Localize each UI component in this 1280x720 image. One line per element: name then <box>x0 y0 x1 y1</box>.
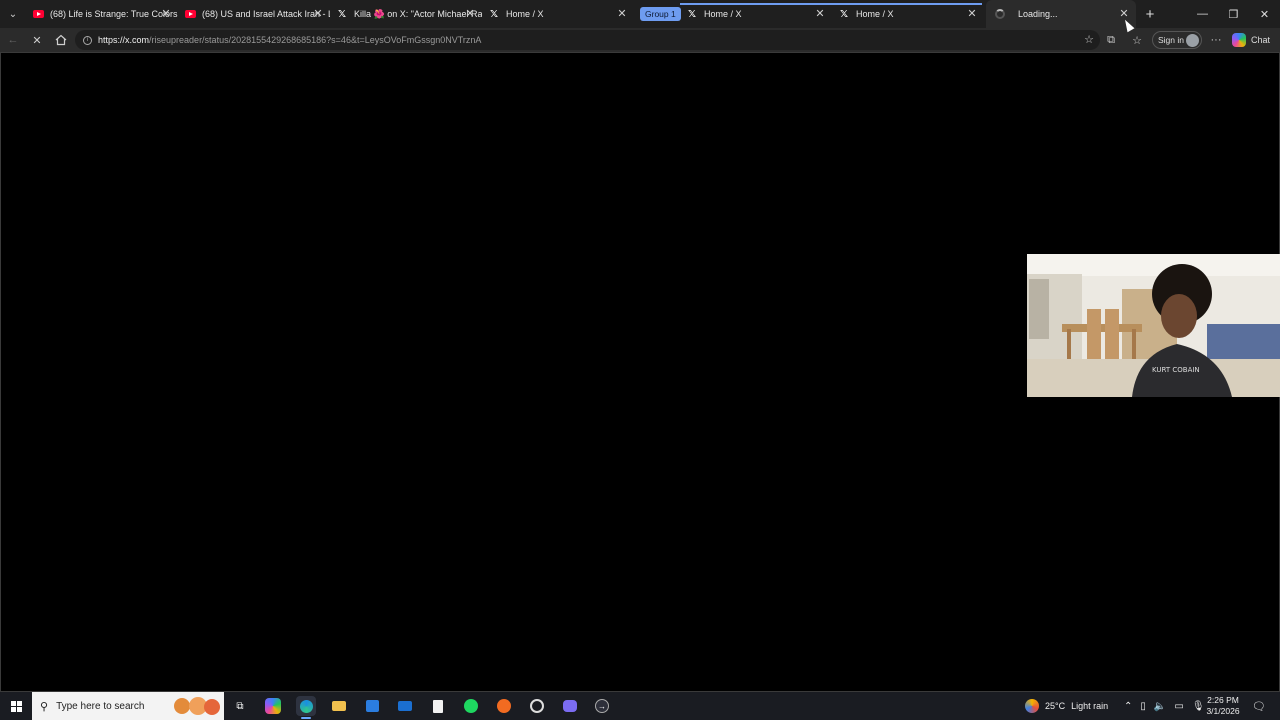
device-icon[interactable]: ▯ <box>1140 701 1146 712</box>
weather-widget[interactable]: 25°C Light rain <box>1025 692 1108 720</box>
stop-loading-button[interactable]: ✕ <box>26 30 48 50</box>
address-bar[interactable]: i https://x.com/riseupreader/status/2028… <box>75 30 1100 50</box>
speaker-icon[interactable]: 🔈 <box>1154 701 1166 712</box>
notepad-icon[interactable] <box>428 696 448 716</box>
star-icon[interactable]: ☆ <box>1084 33 1094 46</box>
weather-icon <box>1025 699 1039 713</box>
close-icon[interactable]: ✕ <box>616 8 628 20</box>
youtube-icon <box>184 8 196 20</box>
chevron-up-icon[interactable]: ⌃ <box>1124 701 1132 712</box>
copilot-chat-button[interactable]: Chat <box>1232 31 1270 49</box>
url-host: https://x.com <box>98 35 150 45</box>
restore-button[interactable]: ❐ <box>1218 0 1249 28</box>
tab-title: Home / X <box>704 9 742 19</box>
minimize-icon: — <box>1197 8 1208 20</box>
spinner-icon <box>994 8 1006 20</box>
start-button[interactable] <box>0 692 32 720</box>
x-icon: 𝕏 <box>687 8 697 20</box>
more-menu-button[interactable]: ··· <box>1205 30 1227 50</box>
file-explorer-icon[interactable] <box>329 696 349 716</box>
app-icon[interactable] <box>494 696 514 716</box>
close-icon[interactable]: ✕ <box>966 8 978 20</box>
app-arrow-icon[interactable]: → <box>592 696 612 716</box>
tab[interactable]: 𝕏 Home / X ✕ <box>482 0 634 28</box>
tab[interactable]: 𝕏 Home / X ✕ <box>832 0 984 28</box>
copilot-icon[interactable] <box>265 698 281 714</box>
notifications-button[interactable]: 🗨 <box>1252 692 1266 720</box>
tab-title: (68) Life is Strange: True Colors <box>50 9 178 19</box>
tab-title: Home / X <box>506 9 544 19</box>
x-icon: 𝕏 <box>337 8 347 20</box>
store-icon[interactable] <box>362 696 382 716</box>
webcam-image: KURT COBAIN <box>1027 254 1280 397</box>
tab-strip: ⌄ (68) Life is Strange: True Colors ✕ (6… <box>0 0 1280 28</box>
browser-toolbar: ← ✕ i https://x.com/riseupreader/status/… <box>0 28 1280 52</box>
tab-title: Killa 🌺 on X: "Actor Michael Ra <box>354 8 482 19</box>
plus-icon: + <box>1145 5 1155 23</box>
restore-icon: ❐ <box>1228 8 1239 21</box>
close-window-button[interactable]: ✕ <box>1249 0 1280 28</box>
tab-active[interactable]: Loading... ✕ <box>986 0 1136 28</box>
back-arrow-icon: ← <box>7 34 19 46</box>
clock-date: 3/1/2026 <box>1206 706 1240 716</box>
close-icon[interactable]: ✕ <box>160 8 172 20</box>
spotify-icon[interactable] <box>461 696 481 716</box>
avatar <box>1186 34 1199 47</box>
taskbar-search[interactable]: ⚲ Type here to search <box>32 692 224 720</box>
new-tab-button[interactable]: + <box>1140 4 1160 24</box>
tab-group-label[interactable]: Group 1 <box>640 7 681 21</box>
home-icon <box>55 34 67 46</box>
info-icon[interactable]: i <box>83 35 92 45</box>
favorites-icon: ☆ <box>1132 34 1142 47</box>
clock-time: 2:26 PM <box>1207 695 1239 705</box>
close-icon[interactable]: ✕ <box>312 8 324 20</box>
windows-icon <box>10 700 22 712</box>
home-button[interactable] <box>50 30 72 50</box>
media-icon[interactable] <box>527 696 547 716</box>
close-icon[interactable]: ✕ <box>814 8 826 20</box>
tab-title: (68) US and Israel Attack Iran - L <box>202 9 330 19</box>
more-icon: ··· <box>1210 34 1222 46</box>
system-tray: ⌃ ▯ 🔈 ▭ 🎙 <box>1124 692 1205 720</box>
tab[interactable]: 𝕏 Killa 🌺 on X: "Actor Michael Ra ✕ <box>330 0 482 28</box>
back-button[interactable]: ← <box>2 30 24 50</box>
copilot-icon <box>1232 33 1246 47</box>
x-icon: 𝕏 <box>489 8 499 20</box>
tab-actions-menu-button[interactable]: ⌄ <box>0 0 26 28</box>
close-icon: ✕ <box>32 34 42 47</box>
task-view-icon[interactable]: ⧉ <box>230 696 250 716</box>
screen: ⌄ (68) Life is Strange: True Colors ✕ (6… <box>0 0 1280 720</box>
sign-in-label: Sign in <box>1158 35 1184 45</box>
notification-icon: 🗨 <box>1252 700 1266 713</box>
favorites-button[interactable]: ☆ <box>1126 30 1148 50</box>
url-path: /riseupreader/status/2028155429268685186… <box>149 35 482 45</box>
clock[interactable]: 2:26 PM 3/1/2026 <box>1200 695 1246 717</box>
youtube-icon <box>32 8 44 20</box>
extensions-button[interactable]: ⧉ <box>1100 30 1122 50</box>
search-icon: ⚲ <box>40 700 49 713</box>
mail-icon[interactable] <box>395 696 415 716</box>
tab-title: Home / X <box>856 9 894 19</box>
edge-icon[interactable] <box>296 696 316 719</box>
weather-temp: 25°C <box>1045 701 1066 711</box>
tab[interactable]: 𝕏 Home / X ✕ <box>680 0 832 28</box>
taskbar: ⚲ Type here to search ⧉ → 25°C Light rai… <box>0 692 1280 720</box>
discord-icon[interactable] <box>560 696 580 716</box>
close-icon[interactable]: ✕ <box>464 8 476 20</box>
chat-label: Chat <box>1251 35 1271 45</box>
webcam-overlay: KURT COBAIN <box>1027 254 1280 397</box>
minimize-button[interactable]: — <box>1187 0 1218 28</box>
close-icon: ✕ <box>1259 8 1270 21</box>
network-icon[interactable]: ▭ <box>1174 701 1183 712</box>
chevron-down-icon: ⌄ <box>8 8 18 20</box>
search-highlight-art-icon <box>174 697 220 715</box>
sign-in-button[interactable]: Sign in <box>1152 31 1202 49</box>
weather-condition: Light rain <box>1071 701 1109 711</box>
puzzle-icon: ⧉ <box>1107 33 1115 46</box>
tab[interactable]: (68) US and Israel Attack Iran - L ✕ <box>178 0 330 28</box>
tab[interactable]: (68) Life is Strange: True Colors ✕ <box>26 0 178 28</box>
x-icon: 𝕏 <box>839 8 849 20</box>
search-placeholder: Type here to search <box>56 700 145 712</box>
svg-text:KURT COBAIN: KURT COBAIN <box>1152 366 1200 374</box>
